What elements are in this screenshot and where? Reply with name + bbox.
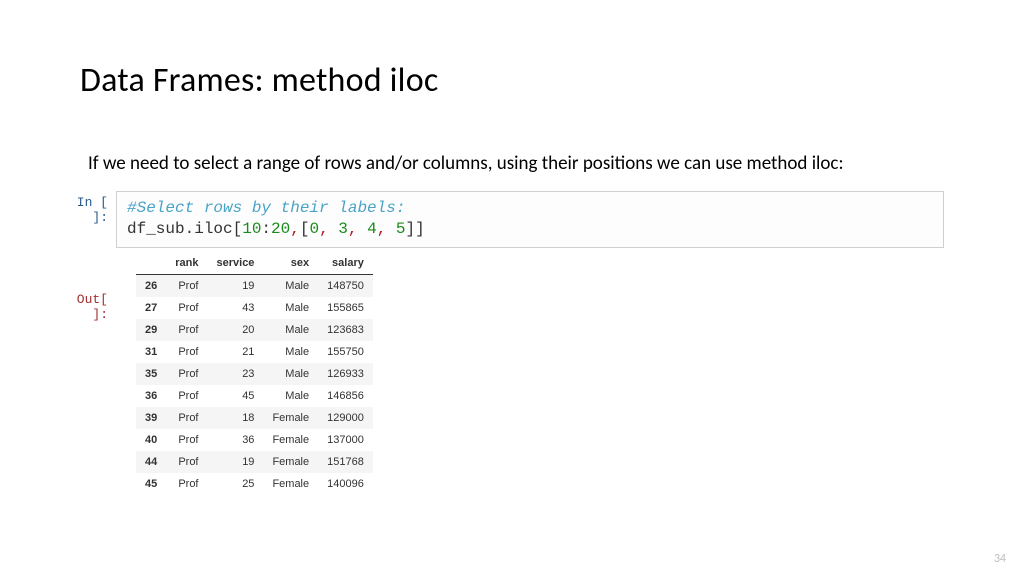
cell-rank: Prof — [166, 319, 207, 341]
cell-rank: Prof — [166, 473, 207, 495]
cell-service: 21 — [208, 341, 264, 363]
code-block: #Select rows by their labels: df_sub.ilo… — [116, 191, 944, 248]
row-index: 40 — [136, 429, 166, 451]
cell-service: 36 — [208, 429, 264, 451]
cell-sex: Male — [263, 341, 318, 363]
cell-salary: 148750 — [318, 274, 373, 297]
cell-salary: 155865 — [318, 297, 373, 319]
col-header: salary — [318, 252, 373, 275]
row-index: 44 — [136, 451, 166, 473]
output-prompt: Out[ ]: — [56, 252, 116, 322]
cell-sex: Female — [263, 429, 318, 451]
cell-salary: 146856 — [318, 385, 373, 407]
cell-salary: 151768 — [318, 451, 373, 473]
table-header-row: rank service sex salary — [136, 252, 373, 275]
dataframe-table: rank service sex salary 26Prof19Male1487… — [136, 252, 373, 495]
cell-salary: 129000 — [318, 407, 373, 429]
cell-salary: 123683 — [318, 319, 373, 341]
table-row: 31Prof21Male155750 — [136, 341, 373, 363]
cell-rank: Prof — [166, 451, 207, 473]
cell-sex: Female — [263, 473, 318, 495]
cell-rank: Prof — [166, 297, 207, 319]
cell-service: 19 — [208, 274, 264, 297]
table-row: 44Prof19Female151768 — [136, 451, 373, 473]
cell-sex: Female — [263, 451, 318, 473]
cell-service: 43 — [208, 297, 264, 319]
code-call: df_sub.iloc[ — [127, 220, 242, 238]
cell-rank: Prof — [166, 385, 207, 407]
row-index: 29 — [136, 319, 166, 341]
cell-sex: Male — [263, 319, 318, 341]
cell-sex: Male — [263, 297, 318, 319]
output-cell: Out[ ]: rank service sex salary 26Prof19… — [56, 252, 944, 495]
row-index: 35 — [136, 363, 166, 385]
table-row: 36Prof45Male146856 — [136, 385, 373, 407]
cell-sex: Male — [263, 385, 318, 407]
cell-service: 23 — [208, 363, 264, 385]
cell-rank: Prof — [166, 341, 207, 363]
cell-service: 45 — [208, 385, 264, 407]
table-row: 26Prof19Male148750 — [136, 274, 373, 297]
slide-title: Data Frames: method iloc — [80, 60, 944, 101]
table-row: 40Prof36Female137000 — [136, 429, 373, 451]
cell-salary: 126933 — [318, 363, 373, 385]
input-cell: In [ ]: #Select rows by their labels: df… — [56, 191, 944, 248]
table-row: 35Prof23Male126933 — [136, 363, 373, 385]
col-header: service — [208, 252, 264, 275]
row-index: 31 — [136, 341, 166, 363]
cell-sex: Male — [263, 363, 318, 385]
body-text: If we need to select a range of rows and… — [88, 151, 944, 177]
cell-rank: Prof — [166, 274, 207, 297]
page-number: 34 — [994, 552, 1006, 566]
row-index: 45 — [136, 473, 166, 495]
code-comment: #Select rows by their labels: — [127, 199, 405, 217]
table-row: 39Prof18Female129000 — [136, 407, 373, 429]
cell-service: 19 — [208, 451, 264, 473]
row-index: 27 — [136, 297, 166, 319]
cell-service: 25 — [208, 473, 264, 495]
input-prompt: In [ ]: — [56, 191, 116, 225]
cell-sex: Male — [263, 274, 318, 297]
cell-salary: 137000 — [318, 429, 373, 451]
cell-rank: Prof — [166, 407, 207, 429]
col-header: rank — [166, 252, 207, 275]
row-index: 26 — [136, 274, 166, 297]
table-row: 27Prof43Male155865 — [136, 297, 373, 319]
cell-rank: Prof — [166, 363, 207, 385]
col-header: sex — [263, 252, 318, 275]
cell-sex: Female — [263, 407, 318, 429]
cell-service: 18 — [208, 407, 264, 429]
row-index: 36 — [136, 385, 166, 407]
cell-salary: 155750 — [318, 341, 373, 363]
index-header — [136, 252, 166, 275]
cell-salary: 140096 — [318, 473, 373, 495]
row-index: 39 — [136, 407, 166, 429]
cell-rank: Prof — [166, 429, 207, 451]
table-row: 45Prof25Female140096 — [136, 473, 373, 495]
table-row: 29Prof20Male123683 — [136, 319, 373, 341]
cell-service: 20 — [208, 319, 264, 341]
